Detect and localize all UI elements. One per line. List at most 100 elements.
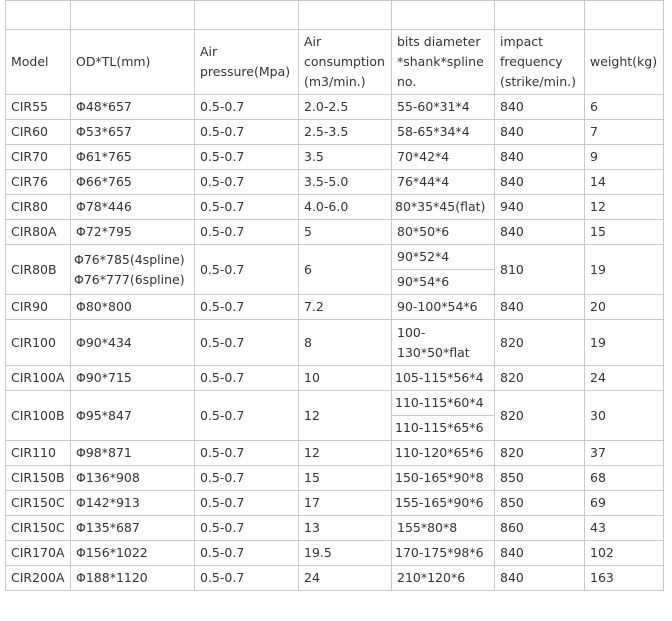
cell-od-tl: Φ48*657 <box>70 94 195 120</box>
cell-model: CIR150B <box>5 465 71 491</box>
cell-pressure: 0.5-0.7 <box>194 194 299 220</box>
cell-impact: 840 <box>494 144 585 170</box>
table-row: CIR76 Φ66*765 0.5-0.7 3.5-5.0 76*44*4 84… <box>5 169 664 195</box>
table-row: CIR100B Φ95*847 0.5-0.7 12 110-115*60*4 … <box>5 390 664 441</box>
cell-pressure: 0.5-0.7 <box>194 219 299 245</box>
cell-pressure: 0.5-0.7 <box>194 465 299 491</box>
cell-od-tl: Φ90*715 <box>70 365 195 391</box>
cell-model: CIR90 <box>5 294 71 320</box>
cell-od-tl: Φ95*847 <box>70 390 195 441</box>
cell-weight: 12 <box>584 194 664 220</box>
cell-pressure: 0.5-0.7 <box>194 440 299 466</box>
cell-weight: 30 <box>584 390 664 441</box>
cell-bits: 110-115*60*4 <box>391 390 495 416</box>
cell-consumption: 7.2 <box>298 294 392 320</box>
cell-impact: 820 <box>494 365 585 391</box>
cell-bits-line: 100- <box>397 324 426 340</box>
cell-od-tl: Φ90*434 <box>70 319 195 366</box>
cell-impact: 850 <box>494 490 585 516</box>
cell-weight: 19 <box>584 319 664 366</box>
table-row: CIR80 Φ78*446 0.5-0.7 4.0-6.0 80*35*45(f… <box>5 194 664 220</box>
cell-model: CIR100A <box>5 365 71 391</box>
cell-pressure: 0.5-0.7 <box>194 94 299 120</box>
table-cell <box>194 0 299 30</box>
cell-impact: 820 <box>494 319 585 366</box>
cell-weight: 43 <box>584 515 664 541</box>
cell-pressure: 0.5-0.7 <box>194 490 299 516</box>
cell-bits: 105-115*56*4 <box>391 365 495 391</box>
cell-pressure: 0.5-0.7 <box>194 515 299 541</box>
cell-impact: 840 <box>494 540 585 566</box>
table-cell <box>70 0 195 30</box>
cell-impact: 810 <box>494 244 585 295</box>
cell-bits: 155-165*90*6 <box>391 490 495 516</box>
cell-impact: 940 <box>494 194 585 220</box>
cell-bits: 170-175*98*6 <box>391 540 495 566</box>
cell-weight: 7 <box>584 119 664 145</box>
cell-impact: 840 <box>494 565 585 591</box>
cell-consumption: 15 <box>298 465 392 491</box>
table-row: CIR150C Φ135*687 0.5-0.7 13 155*80*8 860… <box>5 515 664 541</box>
cell-consumption: 13 <box>298 515 392 541</box>
table-cell <box>584 0 664 30</box>
table-row: CIR110 Φ98*871 0.5-0.7 12 110-120*65*6 8… <box>5 440 664 466</box>
cell-od-tl: Φ80*800 <box>70 294 195 320</box>
cell-consumption: 12 <box>298 390 392 441</box>
cell-consumption: 12 <box>298 440 392 466</box>
cell-consumption: 4.0-6.0 <box>298 194 392 220</box>
header-od-tl: OD*TL(mm) <box>70 29 195 95</box>
table-row: CIR90 Φ80*800 0.5-0.7 7.2 90-100*54*6 84… <box>5 294 664 320</box>
cell-impact: 840 <box>494 94 585 120</box>
cell-model: CIR200A <box>5 565 71 591</box>
cell-impact: 840 <box>494 219 585 245</box>
cell-bits: 90*54*6 <box>391 269 495 295</box>
cell-impact: 840 <box>494 294 585 320</box>
cell-model: CIR100 <box>5 319 71 366</box>
cell-bits: 58-65*34*4 <box>391 119 495 145</box>
cell-bits: 55-60*31*4 <box>391 94 495 120</box>
cell-weight: 20 <box>584 294 664 320</box>
cell-pressure: 0.5-0.7 <box>194 390 299 441</box>
table-row: CIR60 Φ53*657 0.5-0.7 2.5-3.5 58-65*34*4… <box>5 119 664 145</box>
cell-consumption: 19.5 <box>298 540 392 566</box>
spec-table: Model OD*TL(mm) Air pressure(Mpa) Air co… <box>5 0 664 591</box>
cell-weight: 37 <box>584 440 664 466</box>
table-row: CIR100 Φ90*434 0.5-0.7 8 100- 130*50*fla… <box>5 319 664 366</box>
cell-od-tl: Φ142*913 <box>70 490 195 516</box>
cell-pressure: 0.5-0.7 <box>194 169 299 195</box>
cell-bits: 90-100*54*6 <box>391 294 495 320</box>
table-row: CIR100A Φ90*715 0.5-0.7 10 105-115*56*4 … <box>5 365 664 391</box>
header-air-pressure: Air pressure(Mpa) <box>194 29 299 95</box>
cell-bits: 70*42*4 <box>391 144 495 170</box>
table-row: CIR55 Φ48*657 0.5-0.7 2.0-2.5 55-60*31*4… <box>5 94 664 120</box>
cell-bits: 90*52*4 <box>391 244 495 270</box>
table-row: CIR150B Φ136*908 0.5-0.7 15 150-165*90*8… <box>5 465 664 491</box>
cell-model: CIR55 <box>5 94 71 120</box>
cell-weight: 68 <box>584 465 664 491</box>
cell-weight: 6 <box>584 94 664 120</box>
cell-consumption: 24 <box>298 565 392 591</box>
header-air-consumption: Air consumption (m3/min.) <box>298 29 392 95</box>
cell-consumption: 5 <box>298 219 392 245</box>
cell-bits: 110-115*65*6 <box>391 415 495 441</box>
cell-pressure: 0.5-0.7 <box>194 319 299 366</box>
cell-weight: 9 <box>584 144 664 170</box>
cell-od-tl: Φ188*1120 <box>70 565 195 591</box>
cell-consumption: 2.0-2.5 <box>298 94 392 120</box>
cell-bits-line: 130*50*flat <box>397 344 470 360</box>
cell-pressure: 0.5-0.7 <box>194 565 299 591</box>
table-row: CIR170A Φ156*1022 0.5-0.7 19.5 170-175*9… <box>5 540 664 566</box>
cell-pressure: 0.5-0.7 <box>194 244 299 295</box>
cell-impact: 820 <box>494 390 585 441</box>
table-cell <box>391 0 495 30</box>
cell-od-tl: Φ136*908 <box>70 465 195 491</box>
table-row: CIR80B Φ76*785(4spline) Φ76*777(6spline)… <box>5 244 664 295</box>
cell-model: CIR170A <box>5 540 71 566</box>
table-row: CIR200A Φ188*1120 0.5-0.7 24 210*120*6 8… <box>5 565 664 591</box>
cell-model: CIR80A <box>5 219 71 245</box>
cell-weight: 163 <box>584 565 664 591</box>
cell-model: CIR100B <box>5 390 71 441</box>
cell-consumption: 6 <box>298 244 392 295</box>
cell-impact: 820 <box>494 440 585 466</box>
cell-od-tl: Φ76*785(4spline) Φ76*777(6spline) <box>70 244 195 295</box>
